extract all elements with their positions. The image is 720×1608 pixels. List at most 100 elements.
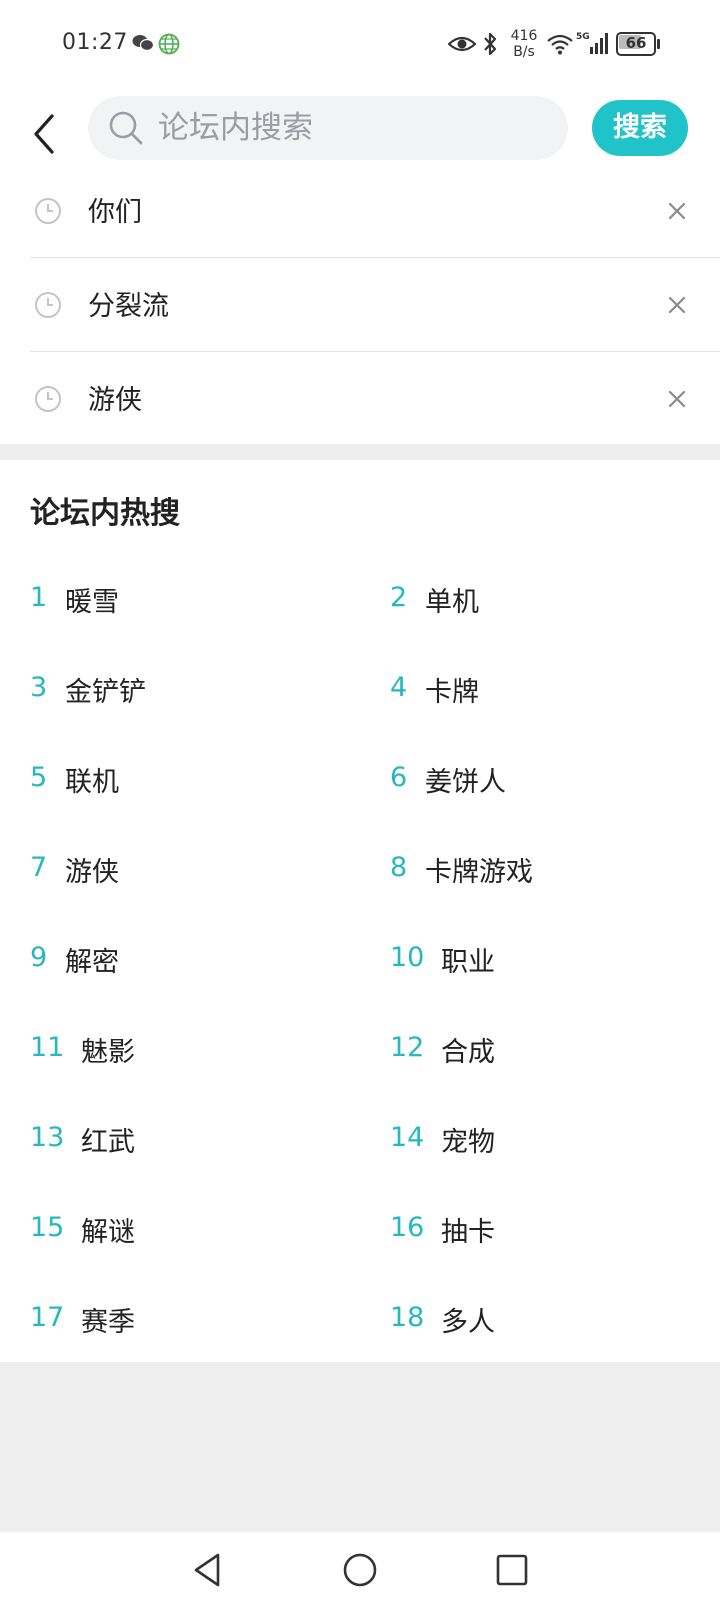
search-icon xyxy=(109,111,143,145)
history-text: 游侠 xyxy=(88,385,142,416)
hot-row: 15 解谜 16 抽卡 xyxy=(30,1182,720,1272)
hot-search-item[interactable]: 5 联机 xyxy=(30,732,390,822)
hot-search-item[interactable]: 13 红武 xyxy=(30,1092,390,1182)
hot-rank: 12 xyxy=(390,1032,425,1063)
hot-label: 魅影 xyxy=(81,1037,135,1068)
hot-search-title: 论坛内热搜 xyxy=(30,496,180,531)
hot-rank: 14 xyxy=(390,1122,425,1153)
hot-label: 宠物 xyxy=(441,1127,495,1158)
history-text: 你们 xyxy=(88,197,142,228)
hot-search-item[interactable]: 2 单机 xyxy=(390,552,720,642)
hot-rank: 8 xyxy=(390,852,408,883)
hot-label: 金铲铲 xyxy=(65,677,146,708)
hot-rank: 11 xyxy=(30,1032,65,1063)
hot-search-item[interactable]: 4 卡牌 xyxy=(390,642,720,732)
hot-search-item[interactable]: 14 宠物 xyxy=(390,1092,720,1182)
hot-label: 红武 xyxy=(81,1127,135,1158)
hot-search-grid: 1 暖雪 2 单机 3 金铲铲 4 卡牌 5 联机 6 姜饼人 7 游侠 8 卡… xyxy=(30,552,720,1362)
hot-row: 17 赛季 18 多人 xyxy=(30,1272,720,1362)
clock-icon xyxy=(35,386,61,412)
hot-label: 抽卡 xyxy=(441,1217,495,1248)
hot-label: 职业 xyxy=(441,947,495,978)
hot-label: 多人 xyxy=(441,1307,495,1338)
hot-row: 13 红武 14 宠物 xyxy=(30,1092,720,1182)
hot-search-item[interactable]: 6 姜饼人 xyxy=(390,732,720,822)
search-history-list: 你们 分裂流 游侠 xyxy=(0,164,720,446)
hot-rank: 18 xyxy=(390,1302,425,1333)
hot-search-item[interactable]: 11 魅影 xyxy=(30,1002,390,1092)
hot-row: 9 解密 10 职业 xyxy=(30,912,720,1002)
hot-label: 赛季 xyxy=(81,1307,135,1338)
hot-search-item[interactable]: 3 金铲铲 xyxy=(30,642,390,732)
svg-text:5G: 5G xyxy=(576,32,590,42)
hot-search-item[interactable]: 8 卡牌游戏 xyxy=(390,822,720,912)
hot-label: 解谜 xyxy=(81,1217,135,1248)
wechat-icon xyxy=(132,35,154,52)
hot-row: 5 联机 6 姜饼人 xyxy=(30,732,720,822)
clock-icon xyxy=(35,198,61,224)
hot-row: 3 金铲铲 4 卡牌 xyxy=(30,642,720,732)
close-icon[interactable] xyxy=(662,384,692,414)
globe-icon xyxy=(158,33,180,55)
hot-search-item[interactable]: 15 解谜 xyxy=(30,1182,390,1272)
eye-icon xyxy=(448,36,476,52)
search-input[interactable] xyxy=(158,96,548,160)
hot-label: 暖雪 xyxy=(65,587,119,618)
hot-row: 7 游侠 8 卡牌游戏 xyxy=(30,822,720,912)
hot-rank: 3 xyxy=(30,672,48,703)
nav-back-icon[interactable] xyxy=(188,1550,228,1590)
hot-label: 卡牌游戏 xyxy=(425,857,533,888)
hot-rank: 4 xyxy=(390,672,408,703)
wifi-icon xyxy=(547,34,573,55)
history-item[interactable]: 分裂流 xyxy=(30,258,720,352)
hot-label: 姜饼人 xyxy=(425,767,506,798)
hot-rank: 10 xyxy=(390,942,425,973)
hot-search-item[interactable]: 12 合成 xyxy=(390,1002,720,1092)
hot-row: 1 暖雪 2 单机 xyxy=(30,552,720,642)
hot-search-item[interactable]: 17 赛季 xyxy=(30,1272,390,1362)
hot-search-item[interactable]: 18 多人 xyxy=(390,1272,720,1362)
hot-search-item[interactable]: 1 暖雪 xyxy=(30,552,390,642)
hot-search-item[interactable]: 10 职业 xyxy=(390,912,720,1002)
close-icon[interactable] xyxy=(662,196,692,226)
hot-label: 卡牌 xyxy=(425,677,479,708)
hot-rank: 1 xyxy=(30,582,48,613)
empty-area xyxy=(0,1362,720,1532)
section-divider xyxy=(0,444,720,460)
history-item[interactable]: 游侠 xyxy=(30,352,720,446)
signal-5g-icon: 5G xyxy=(576,32,608,54)
hot-rank: 6 xyxy=(390,762,408,793)
search-box[interactable] xyxy=(88,96,568,160)
hot-label: 解密 xyxy=(65,947,119,978)
hot-rank: 13 xyxy=(30,1122,65,1153)
history-item[interactable]: 你们 xyxy=(30,164,720,258)
history-text: 分裂流 xyxy=(88,291,169,322)
back-icon[interactable] xyxy=(26,106,66,162)
bluetooth-icon xyxy=(484,32,497,56)
nav-home-icon[interactable] xyxy=(340,1550,380,1590)
hot-label: 游侠 xyxy=(65,857,119,888)
network-speed: 416 B/s xyxy=(510,28,538,60)
hot-label: 合成 xyxy=(441,1037,495,1068)
hot-row: 11 魅影 12 合成 xyxy=(30,1002,720,1092)
hot-rank: 9 xyxy=(30,942,48,973)
battery-icon: 66 xyxy=(616,32,660,56)
search-button[interactable]: 搜索 xyxy=(592,100,688,156)
nav-recent-apps-icon[interactable] xyxy=(492,1550,532,1590)
hot-label: 联机 xyxy=(65,767,119,798)
hot-label: 单机 xyxy=(425,587,479,618)
clock-icon xyxy=(35,292,61,318)
hot-rank: 5 xyxy=(30,762,48,793)
system-nav-bar xyxy=(0,1532,720,1608)
status-time: 01:27 xyxy=(62,30,128,55)
hot-rank: 7 xyxy=(30,852,48,883)
hot-search-item[interactable]: 16 抽卡 xyxy=(390,1182,720,1272)
status-bar: 01:27 416 B/s 5G 66 xyxy=(0,0,720,88)
hot-rank: 16 xyxy=(390,1212,425,1243)
close-icon[interactable] xyxy=(662,290,692,320)
hot-rank: 2 xyxy=(390,582,408,613)
hot-search-item[interactable]: 7 游侠 xyxy=(30,822,390,912)
hot-rank: 15 xyxy=(30,1212,65,1243)
hot-rank: 17 xyxy=(30,1302,65,1333)
hot-search-item[interactable]: 9 解密 xyxy=(30,912,390,1002)
